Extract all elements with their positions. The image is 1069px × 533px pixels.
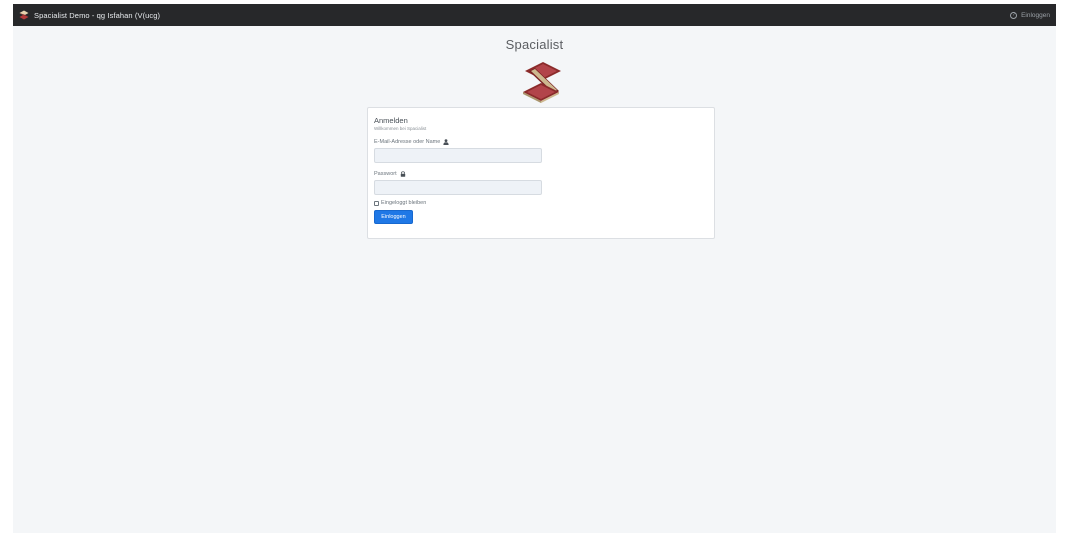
app-frame: Spacialist Demo - qg Isfahan (V(ucg) ? E… <box>13 4 1056 533</box>
remember-checkbox[interactable] <box>374 200 379 206</box>
user-icon <box>443 139 449 145</box>
navbar-brand-text: Spacialist Demo - qg Isfahan (V(ucg) <box>34 10 161 20</box>
question-circle-icon: ? <box>1010 11 1018 19</box>
password-field[interactable] <box>374 180 542 195</box>
remember-label: Eingeloggt bleiben <box>381 200 427 206</box>
login-card: Anmelden Willkommen bei Spacialist E-Mai… <box>367 107 715 239</box>
navbar-login-link[interactable]: ? Einloggen <box>1010 11 1050 19</box>
card-subtitle: Willkommen bei Spacialist <box>374 126 427 131</box>
card-title: Anmelden <box>374 116 408 125</box>
app-title: Spacialist <box>505 37 564 52</box>
top-navbar: Spacialist Demo - qg Isfahan (V(ucg) ? E… <box>13 4 1056 26</box>
password-label: Passwort <box>374 171 708 177</box>
email-field[interactable] <box>374 148 542 163</box>
remember-me[interactable]: Eingeloggt bleiben <box>374 200 708 206</box>
spacialist-s-logo <box>523 62 561 103</box>
lock-icon <box>400 171 405 177</box>
login-button[interactable]: Einloggen <box>374 210 413 224</box>
spacialist-logo-icon <box>19 10 29 20</box>
password-label-text: Passwort <box>374 171 397 177</box>
email-label-text: E-Mail-Adresse oder Name <box>374 139 441 145</box>
email-label: E-Mail-Adresse oder Name <box>374 139 708 145</box>
navbar-brand[interactable]: Spacialist Demo - qg Isfahan (V(ucg) <box>19 10 160 20</box>
navbar-login-label: Einloggen <box>1021 11 1050 19</box>
